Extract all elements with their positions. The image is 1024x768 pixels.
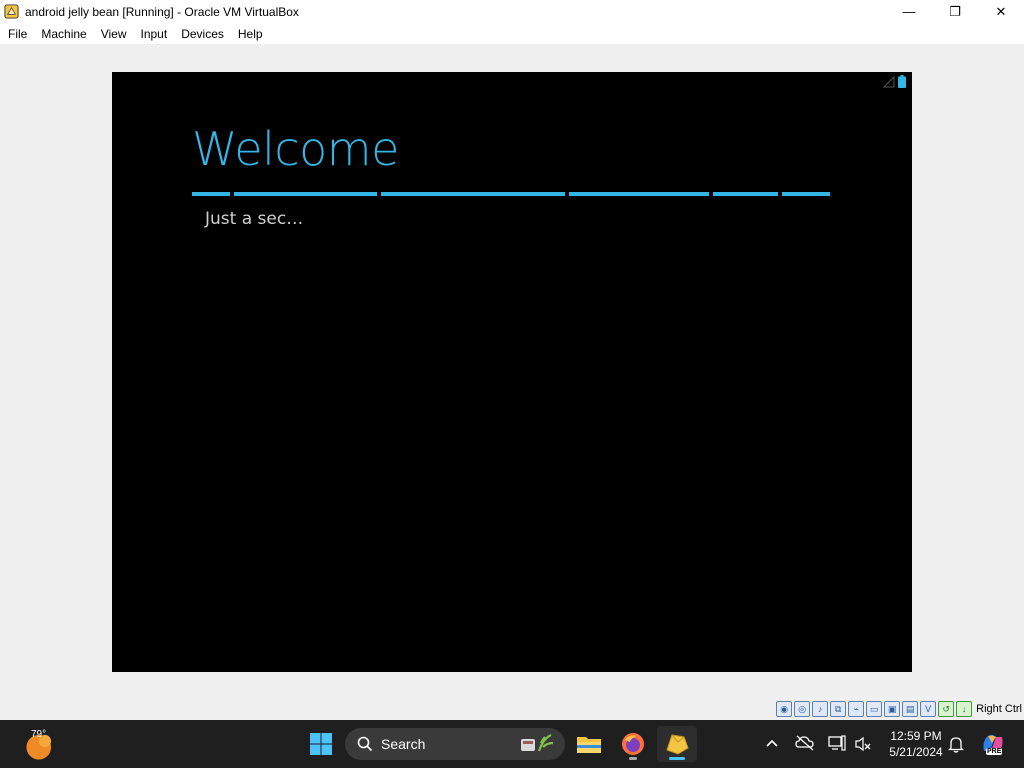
window-controls: — ❐ ✕ [886, 0, 1024, 23]
progress-segment [381, 192, 565, 196]
running-indicator [629, 757, 637, 760]
usb-icon[interactable]: ⌁ [848, 701, 865, 717]
title-bar: android jelly bean [Running] - Oracle VM… [0, 0, 1024, 23]
windows-start-icon[interactable] [309, 732, 333, 756]
network-icon[interactable] [828, 735, 846, 751]
window-title: android jelly bean [Running] - Oracle VM… [25, 4, 299, 19]
battery-icon [898, 75, 906, 88]
recording-icon[interactable]: ▤ [902, 701, 919, 717]
menu-input[interactable]: Input [135, 27, 174, 41]
weather-temperature: 79° [31, 729, 47, 740]
optical-drive-icon[interactable]: ◎ [794, 701, 811, 717]
menu-machine[interactable]: Machine [35, 27, 92, 41]
vm-display[interactable]: Welcome Just a sec… [112, 72, 912, 672]
welcome-heading: Welcome [192, 122, 399, 176]
volume-muted-icon[interactable] [854, 736, 872, 752]
network-icon[interactable]: ⧉ [830, 701, 847, 717]
signal-icon [883, 75, 895, 87]
menu-help[interactable]: Help [232, 27, 269, 41]
taskbar-file-explorer[interactable] [569, 726, 609, 762]
host-key-label: Right Ctrl [976, 703, 1022, 715]
virtualbox-icon [666, 734, 689, 755]
progress-segment [234, 192, 377, 196]
maximize-button[interactable]: ❐ [932, 0, 978, 23]
keyboard-icon[interactable]: ↓ [956, 701, 973, 717]
clock-date: 5/21/2024 [889, 745, 943, 759]
taskbar-search-box[interactable]: Search [345, 728, 565, 760]
cpu-icon[interactable]: V [920, 701, 937, 717]
taskbar-firefox[interactable] [613, 726, 653, 762]
progress-segment [713, 192, 778, 196]
mouse-integration-icon[interactable]: ↺ [938, 701, 955, 717]
android-status-icons [883, 75, 906, 88]
menu-view[interactable]: View [95, 27, 133, 41]
minimize-button[interactable]: — [886, 0, 932, 23]
loading-status-text: Just a sec… [205, 209, 304, 229]
onedrive-offline-icon[interactable] [795, 735, 815, 751]
menu-bar: File Machine View Input Devices Help [0, 23, 1024, 44]
hard-disk-icon[interactable]: ◉ [776, 701, 793, 717]
progress-segment [782, 192, 830, 196]
chevron-up-icon[interactable] [766, 738, 778, 748]
display-icon[interactable]: ▣ [884, 701, 901, 717]
search-label: Search [381, 736, 426, 752]
notification-bell-icon[interactable] [948, 735, 964, 753]
clock-time: 12:59 PM [890, 729, 942, 743]
menu-devices[interactable]: Devices [175, 27, 230, 41]
progress-segment [569, 192, 709, 196]
vbox-status-bar: ◉ ◎ ♪ ⧉ ⌁ ▭ ▣ ▤ V ↺ ↓ Right Ctrl [0, 698, 1024, 720]
active-indicator [669, 757, 685, 760]
file-explorer-icon [577, 737, 601, 753]
audio-icon[interactable]: ♪ [812, 701, 829, 717]
shared-folders-icon[interactable]: ▭ [866, 701, 883, 717]
search-highlight-icon [521, 734, 554, 752]
setup-progress-bar [192, 192, 832, 196]
system-clock[interactable]: 12:59 PM 5/21/2024 [876, 728, 956, 760]
firefox-icon [622, 733, 644, 755]
progress-segment [192, 192, 230, 196]
taskbar-virtualbox[interactable] [657, 726, 697, 762]
menu-file[interactable]: File [2, 27, 33, 41]
close-button[interactable]: ✕ [978, 0, 1024, 23]
copilot-preview-badge: PRE [986, 748, 1003, 755]
search-icon [357, 736, 373, 752]
virtualbox-app-icon [4, 4, 19, 19]
